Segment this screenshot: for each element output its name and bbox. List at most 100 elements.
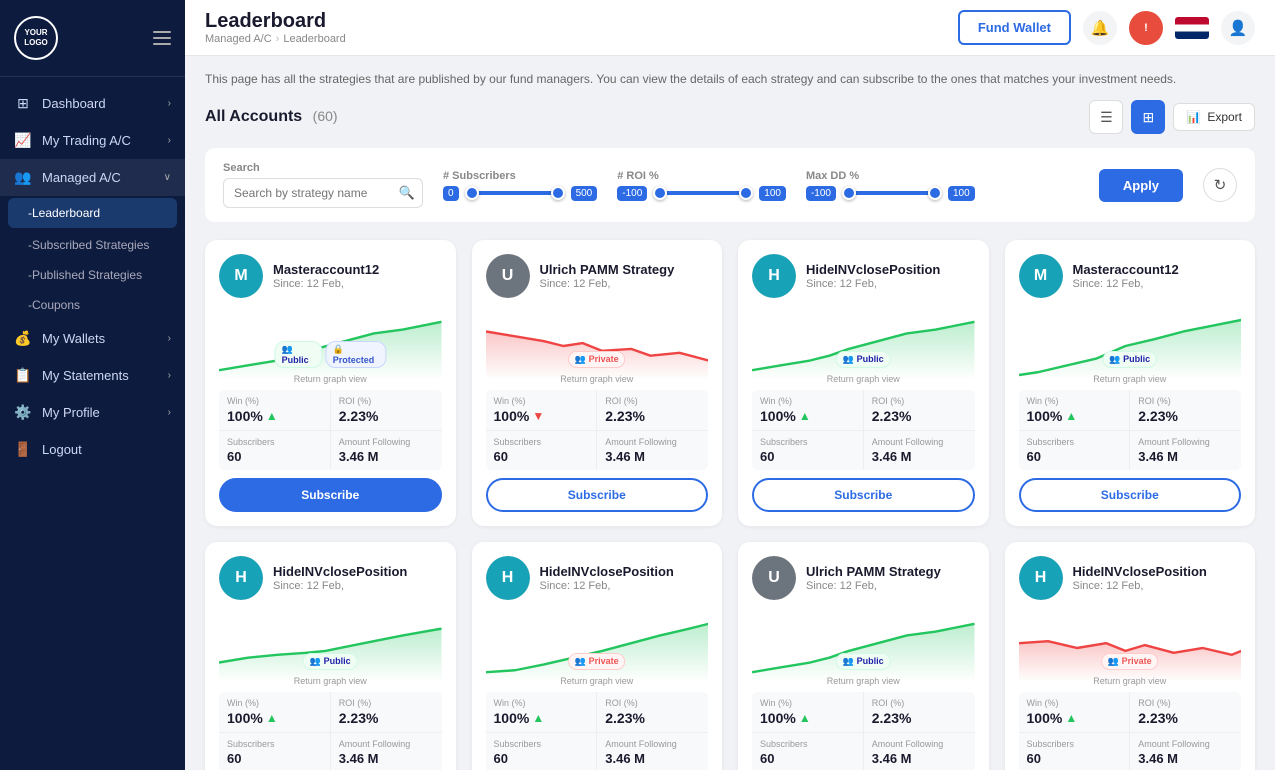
language-flag-icon[interactable]	[1175, 17, 1209, 39]
strategy-card: H HideINVclosePosition Since: 12 Feb, Re…	[205, 542, 456, 770]
sidebar-item-my-statements[interactable]: 📋 My Statements ›	[0, 357, 185, 394]
subscribe-button[interactable]: Subscribe	[219, 478, 442, 512]
search-input[interactable]	[223, 178, 423, 208]
amount-value: 3.46 M	[605, 751, 700, 766]
amount-label: Amount Following	[605, 739, 700, 749]
sidebar-item-dashboard[interactable]: ⊞ Dashboard ›	[0, 85, 185, 122]
win-stat: Win (%) 100% ▲	[219, 692, 330, 732]
card-stats: Win (%) 100% ▲ ROI (%) 2.23% Subscribers…	[219, 692, 442, 770]
filter-bar: Search 🔍 # Subscribers 0 500	[205, 148, 1255, 222]
amount-stat: Amount Following 3.46 M	[331, 431, 442, 470]
card-info: HideINVclosePosition Since: 12 Feb,	[273, 564, 407, 593]
search-icon[interactable]: 🔍	[399, 185, 415, 201]
roi-value: 2.23%	[339, 710, 434, 726]
chart-area: Return graph view 👥 Private	[1019, 608, 1242, 688]
managed-icon: 👥	[14, 169, 32, 186]
trend-up-icon: ▲	[266, 711, 278, 725]
subscribers-stat: Subscribers 60	[219, 431, 330, 470]
export-icon: 📊	[1186, 110, 1201, 124]
win-value: 100% ▲	[1027, 710, 1122, 726]
roi-label: ROI (%)	[339, 396, 434, 406]
wallets-icon: 💰	[14, 330, 32, 347]
fund-wallet-button[interactable]: Fund Wallet	[958, 10, 1071, 45]
subscribe-button[interactable]: Subscribe	[486, 478, 709, 512]
subscribers-label: Subscribers	[760, 437, 855, 447]
export-button[interactable]: 📊 Export	[1173, 103, 1255, 131]
roi-stat: ROI (%) 2.23%	[597, 692, 708, 732]
subscribers-filter: # Subscribers 0 500	[443, 170, 597, 201]
notifications-icon[interactable]: 🔔	[1083, 11, 1117, 45]
strategy-name: Masteraccount12	[1073, 262, 1179, 279]
chart-badge: 👥 Public	[1102, 351, 1157, 368]
win-value: 100% ▲	[1027, 408, 1122, 424]
subscribers-max-thumb[interactable]	[551, 186, 565, 200]
sidebar-item-my-trading[interactable]: 📈 My Trading A/C ›	[0, 122, 185, 159]
accounts-title: All Accounts	[205, 108, 302, 125]
subscribers-value: 60	[227, 751, 322, 766]
roi-value: 2.23%	[339, 408, 434, 424]
avatar: H	[752, 254, 796, 298]
roi-value: 2.23%	[872, 710, 967, 726]
sidebar-item-coupons[interactable]: -Coupons	[0, 290, 185, 320]
card-stats: Win (%) 100% ▲ ROI (%) 2.23% Subscribers…	[486, 692, 709, 770]
top-header: Leaderboard Managed A/C › Leaderboard Fu…	[185, 0, 1275, 56]
page-description: This page has all the strategies that ar…	[205, 72, 1255, 86]
amount-value: 3.46 M	[872, 449, 967, 464]
strategy-since: Since: 12 Feb,	[1073, 278, 1179, 290]
subscribe-button[interactable]: Subscribe	[752, 478, 975, 512]
amount-stat: Amount Following 3.46 M	[1130, 431, 1241, 470]
roi-stat: ROI (%) 2.23%	[1130, 692, 1241, 732]
sidebar-item-logout[interactable]: 🚪 Logout	[0, 431, 185, 468]
amount-stat: Amount Following 3.46 M	[597, 431, 708, 470]
strategy-since: Since: 12 Feb,	[273, 580, 407, 592]
search-label: Search	[223, 162, 423, 174]
maxdd-max-thumb[interactable]	[928, 186, 942, 200]
maxdd-min-thumb[interactable]	[842, 186, 856, 200]
apply-button[interactable]: Apply	[1099, 169, 1183, 202]
sidebar-navigation: ⊞ Dashboard › 📈 My Trading A/C › 👥 Manag…	[0, 77, 185, 770]
chart-badge: 👥 Private	[568, 351, 626, 368]
subscribers-range-track[interactable]	[465, 191, 565, 195]
roi-max-thumb[interactable]	[739, 186, 753, 200]
roi-value: 2.23%	[872, 408, 967, 424]
grid-view-button[interactable]: ⊞	[1131, 100, 1165, 134]
amount-value: 3.46 M	[605, 449, 700, 464]
user-avatar[interactable]: 👤	[1221, 11, 1255, 45]
refresh-button[interactable]: ↻	[1203, 168, 1237, 202]
roi-min-thumb[interactable]	[653, 186, 667, 200]
roi-label: # ROI %	[617, 170, 786, 182]
subscribe-button[interactable]: Subscribe	[1019, 478, 1242, 512]
subscribers-label: # Subscribers	[443, 170, 597, 182]
roi-label: ROI (%)	[872, 698, 967, 708]
maxdd-range-track[interactable]	[842, 191, 942, 195]
logo: YOUR LOGO	[14, 16, 58, 60]
accounts-bar: All Accounts (60) ☰ ⊞ 📊 Export	[205, 100, 1255, 134]
sidebar-item-leaderboard[interactable]: -Leaderboard	[8, 198, 177, 228]
amount-value: 3.46 M	[872, 751, 967, 766]
sidebar-item-managed[interactable]: 👥 Managed A/C ∨	[0, 159, 185, 196]
strategy-since: Since: 12 Feb,	[806, 278, 940, 290]
hamburger-menu[interactable]	[153, 31, 171, 45]
list-view-button[interactable]: ☰	[1089, 100, 1123, 134]
subscribers-min-thumb[interactable]	[465, 186, 479, 200]
sidebar-item-subscribed[interactable]: -Subscribed Strategies	[0, 230, 185, 260]
strategy-since: Since: 12 Feb,	[806, 580, 941, 592]
amount-stat: Amount Following 3.46 M	[864, 431, 975, 470]
strategy-name: HideINVclosePosition	[806, 262, 940, 279]
alerts-icon[interactable]: !	[1129, 11, 1163, 45]
win-label: Win (%)	[760, 698, 855, 708]
roi-range-track[interactable]	[653, 191, 753, 195]
search-filter: Search 🔍	[223, 162, 423, 208]
sidebar-item-published[interactable]: -Published Strategies	[0, 260, 185, 290]
maxdd-filter: Max DD % -100 100	[806, 170, 975, 201]
strategy-since: Since: 12 Feb,	[540, 278, 675, 290]
avatar: H	[219, 556, 263, 600]
sidebar-item-my-wallets[interactable]: 💰 My Wallets ›	[0, 320, 185, 357]
amount-value: 3.46 M	[339, 751, 434, 766]
strategy-name: Ulrich PAMM Strategy	[540, 262, 675, 279]
roi-value: 2.23%	[605, 710, 700, 726]
visibility-badge: 👥 Private	[568, 351, 626, 368]
subscribers-value: 60	[1027, 751, 1122, 766]
sidebar-item-my-profile[interactable]: ⚙️ My Profile ›	[0, 394, 185, 431]
card-info: Ulrich PAMM Strategy Since: 12 Feb,	[806, 564, 941, 593]
